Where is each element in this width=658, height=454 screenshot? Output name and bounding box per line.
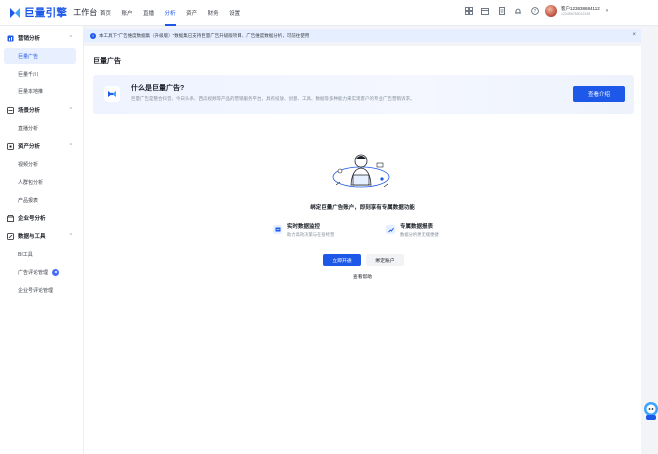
avatar: [545, 5, 557, 17]
feature-title: 专属数据报表: [400, 224, 434, 230]
sidebar-item-ocean-ads[interactable]: 巨量广告: [4, 48, 76, 64]
nav-analysis[interactable]: 分析: [164, 0, 176, 26]
sidebar-group-label: 数据与工具: [18, 234, 46, 240]
nav-finance[interactable]: 财务: [208, 0, 219, 26]
sidebar-group-label: 营销分析: [18, 36, 41, 42]
sidebar-group-label: 企业号分析: [18, 216, 46, 222]
right-gutter: [642, 46, 658, 454]
intro-title: 什么是巨量广告?: [131, 85, 185, 92]
monitor-icon: [273, 225, 282, 234]
intro-description: 巨量广告是整合抖音、今日头条、西瓜视频等产品的营销服务平台，具有投放、创意、工具…: [131, 96, 415, 101]
main-content: 巨量广告 什么是巨量广告? 巨量广告是整合抖音、今日头条、西瓜视频等产品的营销服…: [84, 46, 641, 454]
chevron-up-icon: ^: [69, 233, 72, 239]
user-menu[interactable]: 客户123838684112 123456789012345 ▾: [545, 5, 608, 17]
chevron-up-icon: ^: [69, 107, 72, 113]
chevron-down-icon: ▾: [605, 8, 609, 14]
sidebar-group-enterprise[interactable]: 企业号分析: [0, 210, 84, 226]
bind-title: 绑定巨量广告账户，即刻享有专属数据功能: [310, 205, 415, 211]
nav-assets[interactable]: 资产: [186, 0, 197, 26]
workspace-label: 工作台: [73, 8, 98, 17]
feature-title: 实时数据监控: [287, 224, 321, 230]
page-title: 巨量广告: [93, 58, 121, 65]
brand-name: 巨量引擎: [24, 7, 68, 19]
ocean-engine-logo-icon: [104, 86, 120, 102]
activate-now-button[interactable]: 立即开通: [323, 254, 361, 266]
info-icon: i: [90, 32, 96, 39]
sidebar-item-product-report[interactable]: 产品报表: [4, 192, 76, 208]
view-intro-button[interactable]: 查看介绍: [573, 86, 625, 102]
report-icon: [386, 225, 395, 234]
sidebar-group-scene[interactable]: 场景分析 ^: [0, 102, 84, 118]
calendar-icon[interactable]: [481, 6, 490, 15]
notice-bar: i 本工具下"广告维度数据集（升级版）"数据集已支持巨量广告升级版项目、广告维度…: [84, 29, 641, 42]
sidebar-item-video-analysis[interactable]: 视频分析: [4, 156, 76, 172]
top-bar: 巨量引擎 工作台 首页 账户 直播 分析 资产 财务 设置 ? 客户123838…: [0, 0, 658, 26]
sidebar-item-audience-analysis[interactable]: 人群包分析: [4, 174, 76, 190]
nav-settings[interactable]: 设置: [229, 0, 240, 26]
feature-exclusive-report: 专属数据报表 数据分析更无缝便捷: [386, 223, 439, 239]
chart-icon: [7, 35, 14, 42]
layers-icon: [7, 106, 14, 114]
close-icon[interactable]: ×: [632, 32, 636, 38]
assistant-robot-icon[interactable]: [640, 400, 658, 422]
view-help-link[interactable]: 查看帮助: [84, 273, 641, 280]
bind-account-illustration: [332, 154, 390, 188]
brand-logo[interactable]: 巨量引擎 工作台: [8, 5, 100, 20]
intro-card: 什么是巨量广告? 巨量广告是整合抖音、今日头条、西瓜视频等产品的营销服务平台，具…: [93, 75, 634, 114]
feature-realtime-monitor: 实时数据监控 助力高效决策与在投经营: [273, 223, 334, 239]
nav-home[interactable]: 首页: [100, 0, 111, 26]
tools-icon: [7, 232, 14, 240]
top-nav: 首页 账户 直播 分析 资产 财务 设置: [100, 0, 251, 26]
sidebar-item-enterprise-comments[interactable]: 企业号评论管理: [4, 282, 76, 298]
grid-icon[interactable]: [464, 6, 473, 15]
chevron-up-icon: ^: [69, 143, 72, 149]
sidebar-item-live-analysis[interactable]: 直播分析: [4, 120, 76, 136]
help-icon[interactable]: ?: [530, 6, 539, 15]
sidebar-item-label: 广告评论管理: [18, 269, 49, 276]
sidebar-group-label: 资产分析: [18, 144, 41, 150]
chevron-up-icon: ^: [69, 35, 72, 41]
sidebar-group-label: 场景分析: [18, 108, 41, 114]
sidebar-group-marketing[interactable]: 营销分析 ^: [0, 30, 84, 46]
sidebar-item-bi-tools[interactable]: BI工具: [4, 246, 76, 262]
sidebar-group-data-tools[interactable]: 数据与工具 ^: [0, 228, 84, 244]
feature-description: 数据分析更无缝便捷: [400, 232, 439, 237]
nav-live[interactable]: 直播: [143, 0, 154, 26]
box-icon: [7, 142, 14, 150]
top-icons: ?: [464, 6, 547, 15]
sidebar-item-ad-comments[interactable]: 广告评论管理: [4, 264, 76, 280]
bell-icon[interactable]: [514, 6, 523, 15]
sidebar: 营销分析 ^ 巨量广告 巨量千川 巨量本地推 场景分析 ^ 直播分析 资产分析 …: [0, 26, 84, 454]
document-icon[interactable]: [497, 6, 506, 15]
nav-account[interactable]: 账户: [122, 0, 133, 26]
notice-text: 本工具下"广告维度数据集（升级版）"数据集已支持巨量广告升级版项目、广告维度数据…: [99, 32, 310, 38]
sidebar-group-assets[interactable]: 资产分析 ^: [0, 138, 84, 154]
sidebar-item-qianchuan[interactable]: 巨量千川: [4, 66, 76, 82]
sidebar-item-local-push[interactable]: 巨量本地推: [4, 83, 76, 99]
feature-description: 助力高效决策与在投经营: [287, 232, 335, 237]
brand-logo-icon: [10, 7, 20, 18]
bind-account-button[interactable]: 绑定账户: [366, 254, 404, 266]
new-badge-icon: [52, 268, 60, 276]
store-icon: [7, 214, 14, 222]
user-id: 123456789012345: [561, 11, 591, 16]
